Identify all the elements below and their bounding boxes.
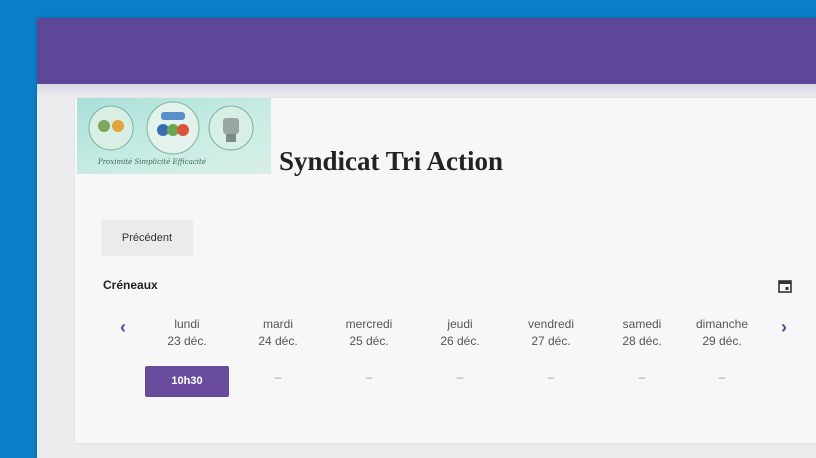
no-slot-placeholder: – bbox=[456, 370, 464, 384]
previous-button[interactable]: Précédent bbox=[101, 220, 193, 256]
day-name: mercredi bbox=[345, 317, 393, 331]
day-header-wednesday: mercredi 25 déc. bbox=[329, 316, 409, 350]
day-name: mardi bbox=[262, 317, 293, 331]
day-header-monday: lundi 23 déc. bbox=[147, 316, 227, 350]
day-date: 29 déc. bbox=[702, 334, 742, 348]
day-date: 26 déc. bbox=[440, 334, 480, 348]
no-slot-placeholder: – bbox=[274, 370, 282, 384]
day-header-sunday: dimanche 29 déc. bbox=[682, 316, 762, 350]
booking-card: Proximité Simplicité Efficacité Syndicat… bbox=[75, 98, 816, 443]
day-date: 28 déc. bbox=[622, 334, 662, 348]
no-slot-placeholder: – bbox=[547, 370, 555, 384]
top-app-bar-shadow bbox=[37, 84, 816, 96]
no-slot-placeholder: – bbox=[718, 370, 726, 384]
chevron-right-icon[interactable]: › bbox=[781, 318, 787, 336]
day-name: lundi bbox=[174, 317, 200, 331]
day-name: vendredi bbox=[527, 317, 575, 331]
calendar-icon[interactable] bbox=[778, 279, 792, 293]
chevron-left-icon[interactable]: ‹ bbox=[120, 318, 126, 336]
time-slot-button[interactable]: 10h30 bbox=[145, 366, 229, 397]
day-date: 25 déc. bbox=[349, 334, 389, 348]
app-window: Proximité Simplicité Efficacité Syndicat… bbox=[37, 18, 816, 458]
logo-caption: Proximité Simplicité Efficacité bbox=[97, 158, 206, 166]
no-slot-placeholder: – bbox=[638, 370, 646, 384]
day-header-thursday: jeudi 26 déc. bbox=[420, 316, 500, 350]
day-name: dimanche bbox=[695, 317, 749, 331]
day-date: 24 déc. bbox=[258, 334, 298, 348]
day-header-saturday: samedi 28 déc. bbox=[602, 316, 682, 350]
day-name: samedi bbox=[622, 317, 662, 331]
day-date: 23 déc. bbox=[167, 334, 207, 348]
slots-heading: Créneaux bbox=[103, 278, 158, 292]
page-title: Syndicat Tri Action bbox=[279, 146, 504, 176]
day-date: 27 déc. bbox=[531, 334, 571, 348]
organization-logo: Proximité Simplicité Efficacité bbox=[77, 98, 271, 174]
top-app-bar bbox=[37, 18, 816, 84]
day-header-tuesday: mardi 24 déc. bbox=[238, 316, 318, 350]
no-slot-placeholder: – bbox=[365, 370, 373, 384]
day-name: jeudi bbox=[447, 317, 473, 331]
day-header-friday: vendredi 27 déc. bbox=[511, 316, 591, 350]
